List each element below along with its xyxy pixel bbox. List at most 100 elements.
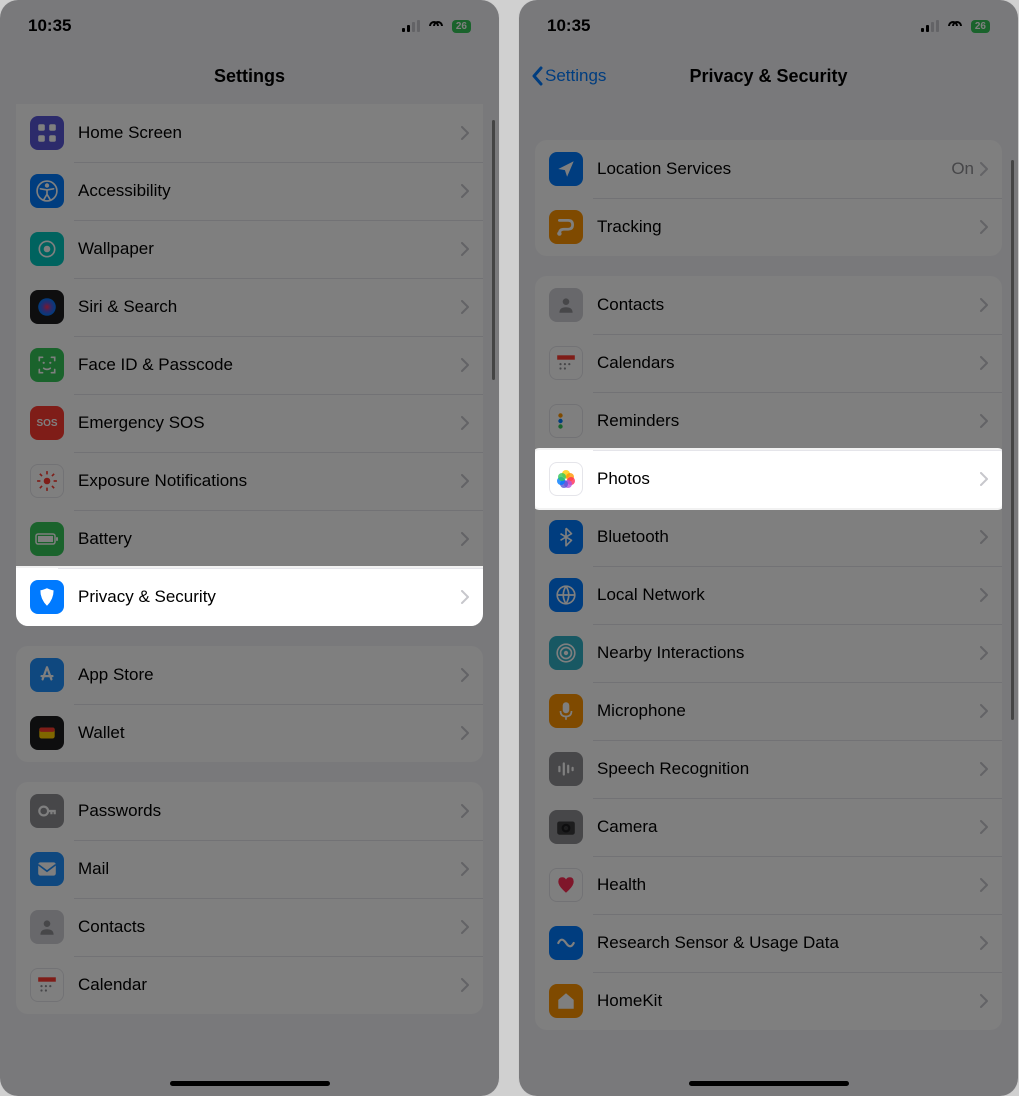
chevron-right-icon (461, 242, 469, 256)
row-label: Camera (597, 817, 980, 837)
settings-row-photos[interactable]: Photos (535, 450, 1002, 508)
row-label: Battery (78, 529, 461, 549)
chevron-right-icon (980, 588, 988, 602)
row-label: Mail (78, 859, 461, 879)
settings-row-tracking[interactable]: Tracking (535, 198, 1002, 256)
settings-row-wallpaper[interactable]: Wallpaper (16, 220, 483, 278)
settings-row-emergency-sos[interactable]: SOSEmergency SOS (16, 394, 483, 452)
chevron-right-icon (980, 162, 988, 176)
photos-icon (549, 462, 583, 496)
settings-group: Home Screen Accessibility Wallpaper Siri & … (16, 104, 483, 626)
contacts-icon (549, 288, 583, 322)
battery-icon: 26 (452, 20, 471, 33)
settings-row-health[interactable]: Health (535, 856, 1002, 914)
chevron-right-icon (980, 878, 988, 892)
chevron-right-icon (980, 704, 988, 718)
settings-row-contacts[interactable]: Contacts (535, 276, 1002, 334)
settings-row-privacy-security[interactable]: Privacy & Security (16, 568, 483, 626)
scroll-indicator[interactable] (1011, 160, 1014, 720)
settings-row-contacts[interactable]: Contacts (16, 898, 483, 956)
chevron-right-icon (980, 994, 988, 1008)
settings-row-local-network[interactable]: Local Network (535, 566, 1002, 624)
settings-row-speech-recognition[interactable]: Speech Recognition (535, 740, 1002, 798)
home-indicator[interactable] (170, 1081, 330, 1086)
settings-screen: 10:35 26 Settings Home ScreenAccessibili… (0, 0, 499, 1096)
settings-row-homekit[interactable]: HomeKit (535, 972, 1002, 1030)
back-label: Settings (545, 66, 606, 86)
battery-icon (30, 522, 64, 556)
row-label: Contacts (78, 917, 461, 937)
row-label: Accessibility (78, 181, 461, 201)
tracking-icon (549, 210, 583, 244)
chevron-right-icon (461, 862, 469, 876)
row-label: Home Screen (78, 123, 461, 143)
local-network-icon (549, 578, 583, 612)
privacy-list[interactable]: Location ServicesOnTracking Contacts Calen… (519, 100, 1018, 1060)
wallet-icon (30, 716, 64, 750)
settings-row-accessibility[interactable]: Accessibility (16, 162, 483, 220)
settings-row-research-sensor-usage-data[interactable]: Research Sensor & Usage Data (535, 914, 1002, 972)
chevron-right-icon (980, 356, 988, 370)
nav-bar: Settings Privacy & Security (519, 52, 1018, 100)
settings-row-wallet[interactable]: Wallet (16, 704, 483, 762)
home-screen-icon (30, 116, 64, 150)
chevron-right-icon (980, 530, 988, 544)
passwords-icon (30, 794, 64, 828)
row-value: On (951, 159, 974, 179)
row-label: Microphone (597, 701, 980, 721)
home-indicator[interactable] (689, 1081, 849, 1086)
row-label: Wallpaper (78, 239, 461, 259)
row-label: Siri & Search (78, 297, 461, 317)
status-icons: 26 (402, 20, 471, 33)
app-store-icon (30, 658, 64, 692)
settings-group: App StoreWallet (16, 646, 483, 762)
back-button[interactable]: Settings (531, 66, 606, 86)
row-label: Reminders (597, 411, 980, 431)
settings-row-mail[interactable]: Mail (16, 840, 483, 898)
face-id-icon (30, 348, 64, 382)
chevron-right-icon (461, 920, 469, 934)
health-icon (549, 868, 583, 902)
settings-list[interactable]: Home Screen Accessibility Wallpaper Siri & … (0, 100, 499, 1044)
settings-row-reminders[interactable]: Reminders (535, 392, 1002, 450)
settings-row-bluetooth[interactable]: Bluetooth (535, 508, 1002, 566)
privacy-screen: 10:35 26 Settings Privacy & Security Loc… (519, 0, 1018, 1096)
microphone-icon (549, 694, 583, 728)
siri-icon (30, 290, 64, 324)
row-label: Nearby Interactions (597, 643, 980, 663)
bluetooth-icon (549, 520, 583, 554)
settings-row-face-id-passcode[interactable]: Face ID & Passcode (16, 336, 483, 394)
row-label: Local Network (597, 585, 980, 605)
status-time: 10:35 (28, 16, 71, 36)
chevron-right-icon (461, 126, 469, 140)
settings-row-home-screen[interactable]: Home Screen (16, 104, 483, 162)
settings-row-siri-search[interactable]: Siri & Search (16, 278, 483, 336)
row-label: HomeKit (597, 991, 980, 1011)
row-label: Exposure Notifications (78, 471, 461, 491)
row-label: Photos (597, 469, 980, 489)
row-label: Contacts (597, 295, 980, 315)
settings-row-nearby-interactions[interactable]: Nearby Interactions (535, 624, 1002, 682)
nav-title: Privacy & Security (689, 66, 847, 87)
chevron-right-icon (461, 358, 469, 372)
research-icon (549, 926, 583, 960)
chevron-right-icon (980, 762, 988, 776)
row-label: Health (597, 875, 980, 895)
settings-row-location-services[interactable]: Location ServicesOn (535, 140, 1002, 198)
row-label: Privacy & Security (78, 587, 461, 607)
chevron-right-icon (461, 474, 469, 488)
scroll-indicator[interactable] (492, 120, 495, 380)
chevron-left-icon (531, 66, 543, 86)
calendars-icon (549, 346, 583, 380)
settings-row-microphone[interactable]: Microphone (535, 682, 1002, 740)
settings-row-passwords[interactable]: Passwords (16, 782, 483, 840)
battery-icon: 26 (971, 20, 990, 33)
settings-row-calendar[interactable]: Calendar (16, 956, 483, 1014)
chevron-right-icon (461, 300, 469, 314)
reminders-icon (549, 404, 583, 438)
settings-row-calendars[interactable]: Calendars (535, 334, 1002, 392)
settings-row-exposure-notifications[interactable]: Exposure Notifications (16, 452, 483, 510)
settings-row-camera[interactable]: Camera (535, 798, 1002, 856)
settings-row-app-store[interactable]: App Store (16, 646, 483, 704)
settings-row-battery[interactable]: Battery (16, 510, 483, 568)
